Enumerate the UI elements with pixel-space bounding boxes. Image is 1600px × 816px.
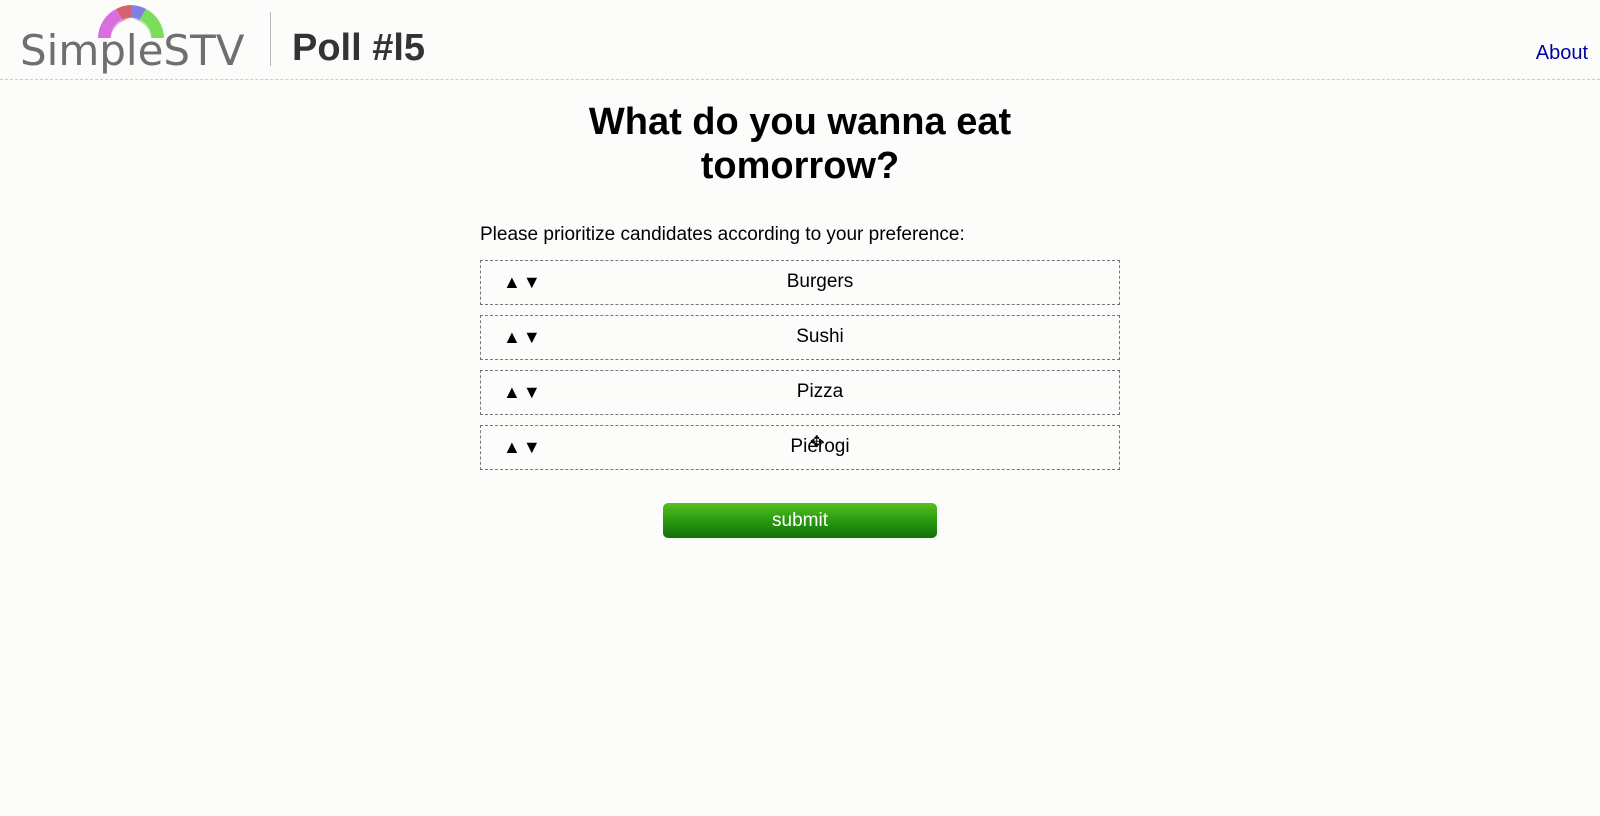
poll-title: Poll #l5 (292, 27, 426, 69)
candidate-item[interactable]: ▲ ▼ Sushi (480, 315, 1120, 360)
about-link[interactable]: About (1536, 42, 1588, 65)
logo-text: SimpleSTV (20, 26, 245, 75)
simplestv-logo[interactable]: SimpleSTV (20, 2, 245, 75)
candidate-name: Pierogi (790, 436, 850, 457)
candidate-item[interactable]: ▲ ▼ Pizza (480, 370, 1120, 415)
candidate-item[interactable]: ▲ ▼ Burgers (480, 260, 1120, 305)
candidate-name: Burgers (786, 271, 854, 292)
candidate-name: Pizza (796, 381, 844, 402)
ranking-instructions: Please prioritize candidates according t… (480, 224, 965, 245)
candidate-name: Sushi (796, 326, 844, 347)
submit-button[interactable]: submit (663, 503, 937, 538)
header-divider (270, 12, 271, 66)
poll-question: What do you wanna eat tomorrow? (480, 100, 1120, 188)
poll-question-line-2: tomorrow? (700, 145, 900, 187)
candidate-item[interactable]: ▲ ▼ Pierogi (480, 425, 1120, 470)
move-cursor-icon: ✥ (810, 434, 824, 451)
site-header: SimpleSTV Poll #l5 About (0, 0, 1600, 80)
poll-question-line-1: What do you wanna eat (588, 101, 1012, 143)
candidate-list: ▲ ▼ Burgers ▲ ▼ Sushi ▲ ▼ Pizza ▲ ▼ Pierogi (480, 260, 1120, 480)
